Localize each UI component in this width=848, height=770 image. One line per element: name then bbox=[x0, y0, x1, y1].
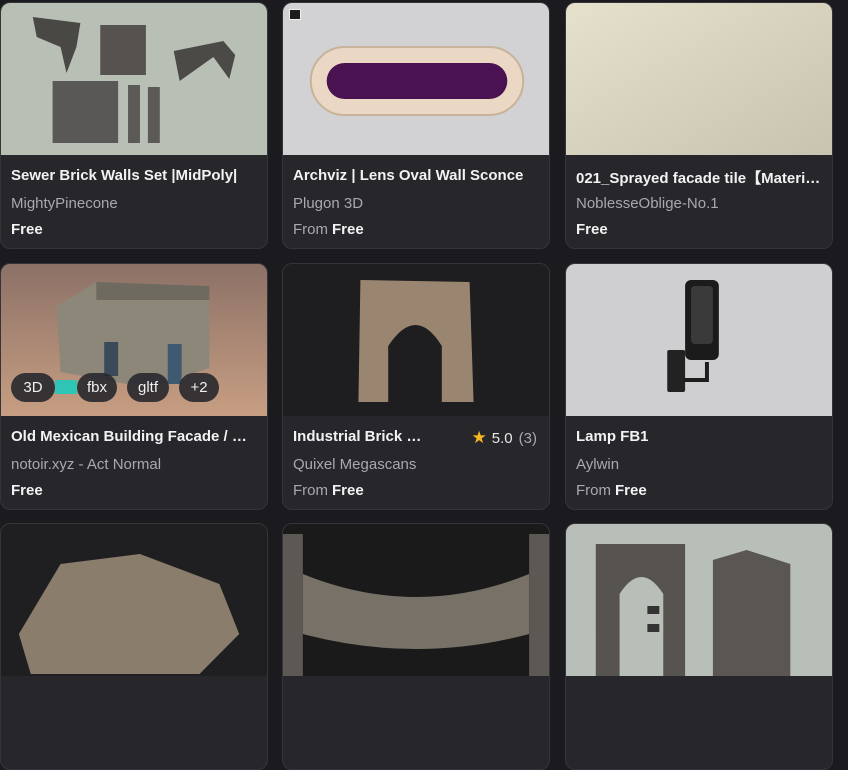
product-thumbnail[interactable] bbox=[283, 524, 549, 676]
product-thumbnail[interactable] bbox=[283, 264, 549, 416]
product-card[interactable] bbox=[0, 523, 268, 770]
product-card[interactable]: Sewer Brick Walls Set |MidPoly| MightyPi… bbox=[0, 2, 268, 249]
price-value: Free bbox=[332, 221, 364, 238]
product-card[interactable]: Lamp FB1 Aylwin From Free bbox=[565, 263, 833, 510]
price-value: Free bbox=[332, 482, 364, 499]
product-title[interactable]: Sewer Brick Walls Set |MidPoly| bbox=[11, 167, 257, 184]
price-value: Free bbox=[576, 221, 608, 238]
price-value: Free bbox=[615, 482, 647, 499]
price-prefix: From bbox=[293, 482, 328, 499]
format-badge: fbx bbox=[77, 373, 117, 402]
product-price: From Free bbox=[293, 482, 364, 499]
product-title[interactable]: Archviz | Lens Oval Wall Sconce bbox=[293, 167, 539, 184]
product-card[interactable]: 021_Sprayed facade tile【Material】 Nobles… bbox=[565, 2, 833, 249]
product-price: From Free bbox=[293, 221, 364, 238]
product-title[interactable]: Lamp FB1 bbox=[576, 428, 822, 445]
price-value: Free bbox=[11, 221, 43, 238]
product-thumbnail[interactable] bbox=[1, 524, 267, 676]
product-author[interactable]: Quixel Megascans bbox=[293, 456, 416, 473]
product-thumbnail[interactable] bbox=[566, 264, 832, 416]
rating-value: 5.0 bbox=[491, 430, 513, 447]
rating-count: (3) bbox=[518, 430, 537, 447]
product-thumbnail[interactable]: 3D fbx gltf +2 bbox=[1, 264, 267, 416]
product-author[interactable]: Aylwin bbox=[576, 456, 619, 473]
product-price: From Free bbox=[576, 482, 647, 499]
product-rating: ★ 5.0 (3) bbox=[472, 428, 537, 448]
product-card[interactable]: Industrial Brick Ruins ★5.0 (3) Quixel Me… bbox=[282, 263, 550, 510]
product-author[interactable]: notoir.xyz - Act Normal bbox=[11, 456, 161, 473]
flag-icon bbox=[289, 9, 301, 20]
format-badge: 3D bbox=[11, 373, 55, 402]
format-badge: gltf bbox=[127, 373, 169, 402]
price-prefix: From bbox=[293, 221, 328, 238]
ar-icon bbox=[55, 380, 77, 394]
format-badge: +2 bbox=[179, 373, 219, 402]
product-title[interactable]: Old Mexican Building Facade / Casa bbox=[11, 428, 257, 445]
star-icon: ★ bbox=[471, 428, 487, 447]
product-thumbnail[interactable] bbox=[566, 3, 832, 155]
product-price: Free bbox=[576, 221, 608, 238]
price-prefix: From bbox=[576, 482, 611, 499]
product-thumbnail[interactable] bbox=[1, 3, 267, 155]
product-title[interactable]: 021_Sprayed facade tile【Material】 bbox=[576, 167, 822, 188]
product-author[interactable]: MightyPinecone bbox=[11, 195, 118, 212]
product-author[interactable]: NoblesseOblige-No.1 bbox=[576, 195, 719, 212]
product-card[interactable]: Archviz | Lens Oval Wall Sconce Plugon 3… bbox=[282, 2, 550, 249]
price-value: Free bbox=[11, 482, 43, 499]
product-card[interactable] bbox=[282, 523, 550, 770]
product-price: Free bbox=[11, 482, 43, 499]
product-price: Free bbox=[11, 221, 43, 238]
product-author[interactable]: Plugon 3D bbox=[293, 195, 363, 212]
product-thumbnail[interactable] bbox=[283, 3, 549, 155]
product-card[interactable] bbox=[565, 523, 833, 770]
product-card[interactable]: 3D fbx gltf +2 Old Mexican Building Faca… bbox=[0, 263, 268, 510]
product-thumbnail[interactable] bbox=[566, 524, 832, 676]
product-title[interactable]: Industrial Brick Ruins bbox=[293, 428, 429, 445]
